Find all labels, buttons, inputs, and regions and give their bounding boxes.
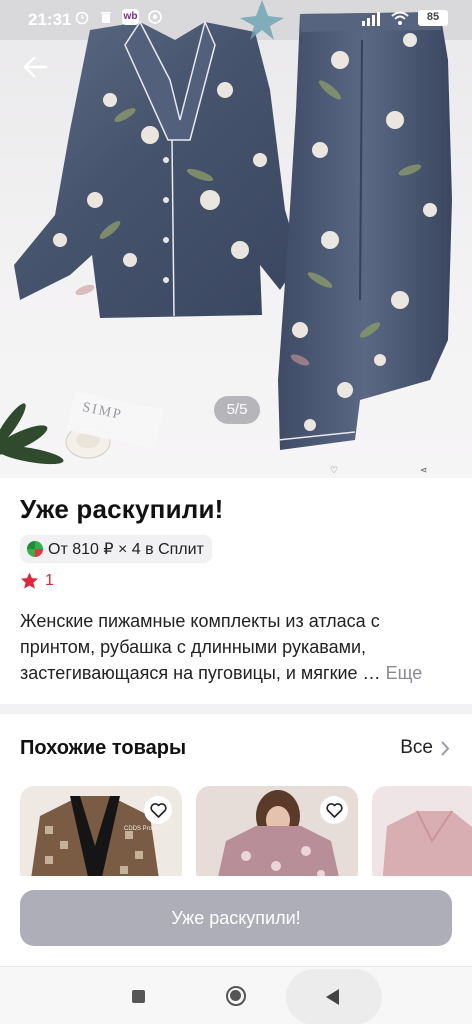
similar-product-1[interactable]: CDDS Products	[20, 786, 182, 886]
favorite-button[interactable]	[320, 796, 348, 824]
show-more-link[interactable]: Еще	[386, 663, 423, 683]
favorite-small-icon[interactable]: ♡	[330, 465, 338, 476]
alarm-icon	[75, 11, 89, 25]
rating[interactable]: 1	[20, 572, 54, 590]
section-divider	[0, 704, 472, 714]
sold-out-button[interactable]: Уже раскупили!	[20, 890, 452, 946]
bottom-action-panel: Уже раскупили!	[0, 876, 472, 966]
gallery-counter: 5/5	[214, 396, 260, 424]
product-description[interactable]: Женские пижамные комплекты из атласа с п…	[20, 608, 452, 686]
battery-indicator: 85	[418, 10, 448, 26]
whatsapp-icon	[148, 10, 162, 24]
rating-value: 1	[45, 572, 54, 589]
split-icon	[27, 541, 43, 557]
heart-icon	[325, 802, 343, 818]
signal-icon	[362, 12, 380, 26]
similar-product-2[interactable]	[196, 786, 358, 886]
recent-apps-icon[interactable]	[132, 990, 145, 1003]
similar-products: Похожие товары Все CDDS Products	[0, 714, 472, 886]
product-info: Уже раскупили! От 810 ₽ × 4 в Сплит 1 Же…	[0, 478, 472, 704]
share-small-icon[interactable]: ⋖	[420, 465, 428, 476]
status-time: 21:31	[28, 10, 72, 29]
heart-icon	[149, 802, 167, 818]
chevron-right-icon	[441, 741, 450, 755]
split-text: От 810 ₽ × 4 в Сплит	[48, 541, 204, 558]
similar-title: Похожие товары	[20, 737, 187, 759]
favorite-button[interactable]	[144, 796, 172, 824]
status-notifications: wb	[74, 9, 163, 25]
brand-text: CDDS Products	[124, 826, 167, 832]
description-text: Женские пижамные комплекты из атласа с п…	[20, 611, 381, 683]
home-icon[interactable]	[226, 986, 246, 1006]
see-all-link[interactable]: Все	[400, 737, 450, 759]
back-arrow-icon[interactable]	[18, 52, 52, 82]
system-nav-bar	[0, 966, 472, 1024]
similar-product-3[interactable]	[372, 786, 472, 886]
product-title: Уже раскупили!	[20, 494, 224, 524]
trash-icon	[101, 12, 111, 23]
split-payment-badge[interactable]: От 810 ₽ × 4 в Сплит	[20, 535, 212, 563]
product-thumbnail	[382, 810, 472, 886]
see-all-label: Все	[400, 737, 433, 758]
status-bar: 21:31 wb 85	[0, 0, 472, 40]
wb-app-icon: wb	[122, 9, 139, 25]
wifi-icon	[391, 11, 409, 25]
nav-back-icon[interactable]	[326, 989, 339, 1005]
star-icon	[20, 572, 39, 589]
